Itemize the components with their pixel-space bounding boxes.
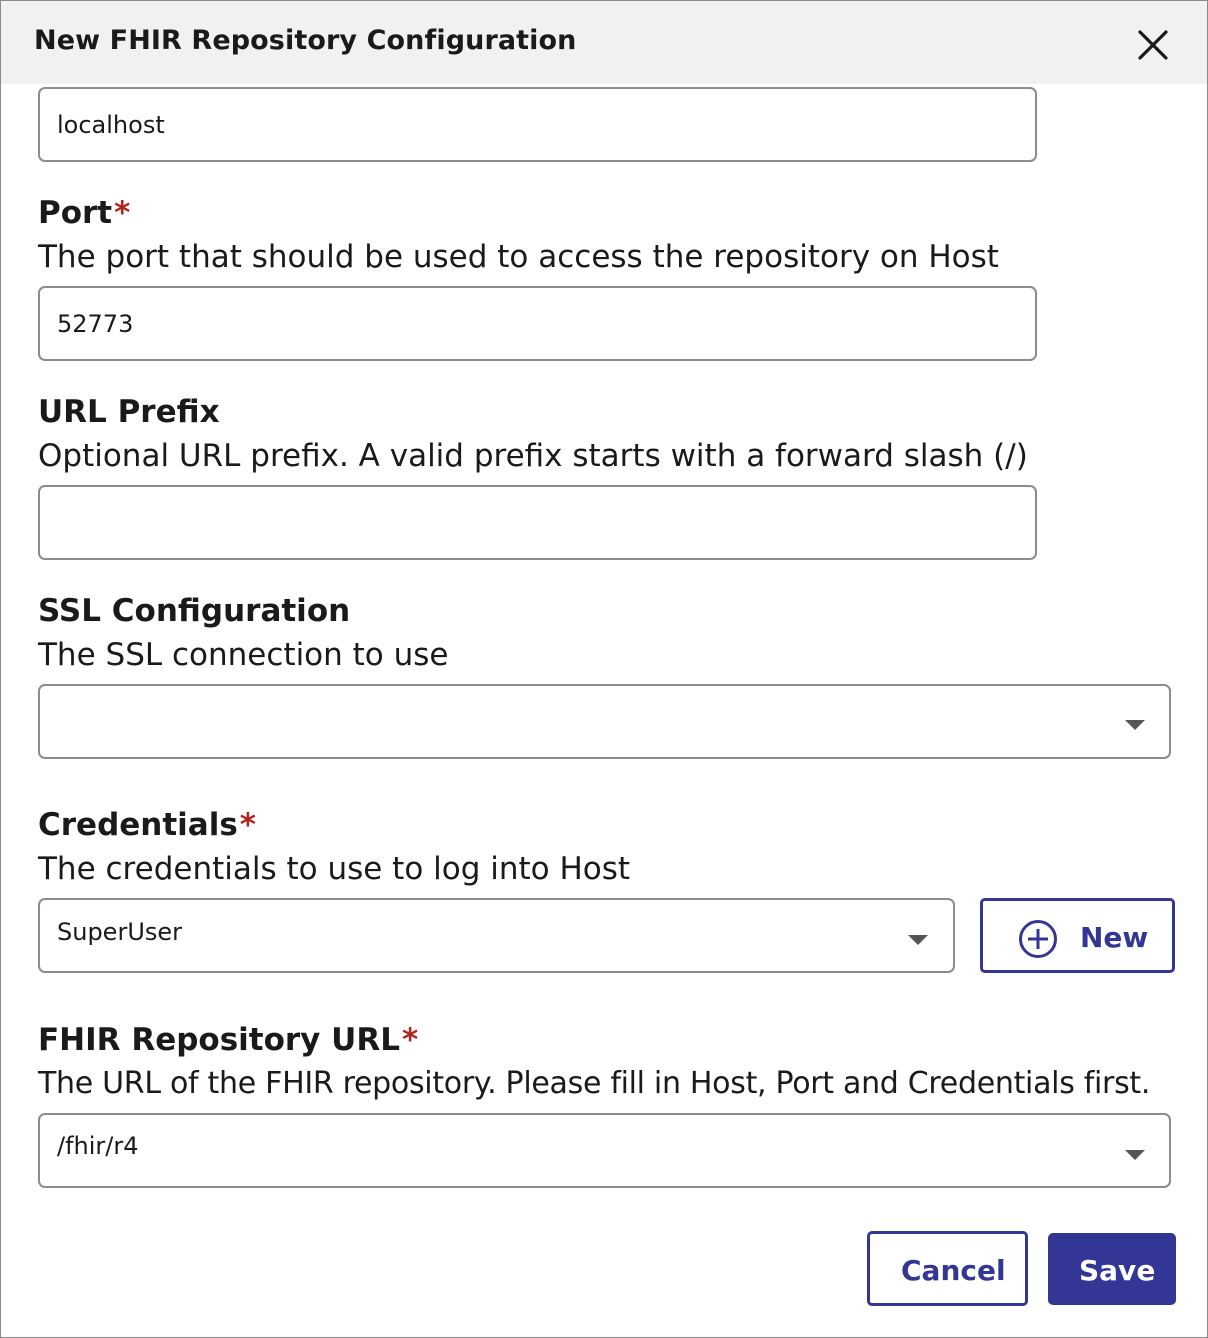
chevron-down-icon <box>1125 1150 1145 1160</box>
ssl-config-select[interactable] <box>38 684 1171 759</box>
url-prefix-label: URL Prefix <box>38 394 220 430</box>
repository-config-dialog: New FHIR Repository Configuration Port* … <box>0 0 1208 1338</box>
port-label: Port* <box>38 195 130 231</box>
host-input[interactable] <box>38 87 1037 162</box>
chevron-down-icon <box>908 935 928 945</box>
close-button[interactable] <box>1131 23 1175 67</box>
required-marker: * <box>114 195 131 231</box>
plus-circle-icon <box>1019 920 1057 958</box>
fhir-url-combobox[interactable]: /fhir/r4 <box>38 1113 1171 1188</box>
cancel-button-label: Cancel <box>901 1254 1006 1287</box>
fhir-url-help: The URL of the FHIR repository. Please f… <box>38 1066 1151 1101</box>
port-help: The port that should be used to access t… <box>38 239 999 275</box>
ssl-config-label: SSL Configuration <box>38 593 351 629</box>
url-prefix-input[interactable] <box>38 485 1037 560</box>
fhir-url-label-text: FHIR Repository URL <box>38 1022 400 1058</box>
dialog-title: New FHIR Repository Configuration <box>34 25 577 56</box>
url-prefix-help: Optional URL prefix. A valid prefix star… <box>38 438 1028 474</box>
credentials-label-text: Credentials <box>38 807 238 843</box>
credentials-help: The credentials to use to log into Host <box>38 851 631 887</box>
new-credentials-button[interactable]: New <box>980 898 1175 973</box>
credentials-select[interactable]: SuperUser <box>38 898 955 973</box>
fhir-url-value: /fhir/r4 <box>57 1132 139 1160</box>
credentials-value: SuperUser <box>57 918 183 946</box>
required-marker: * <box>401 1022 419 1058</box>
required-marker: * <box>239 807 257 843</box>
ssl-config-help: The SSL connection to use <box>38 637 449 673</box>
chevron-down-icon <box>1125 720 1145 730</box>
port-label-text: Port <box>38 195 113 231</box>
fhir-url-label: FHIR Repository URL* <box>38 1022 418 1058</box>
save-button[interactable]: Save <box>1048 1233 1176 1305</box>
new-button-label: New <box>1080 921 1149 954</box>
port-input[interactable] <box>38 286 1037 361</box>
save-button-label: Save <box>1079 1254 1156 1287</box>
close-icon <box>1138 30 1168 60</box>
credentials-label: Credentials* <box>38 807 256 843</box>
cancel-button[interactable]: Cancel <box>867 1231 1028 1306</box>
dialog-header: New FHIR Repository Configuration <box>1 1 1207 84</box>
